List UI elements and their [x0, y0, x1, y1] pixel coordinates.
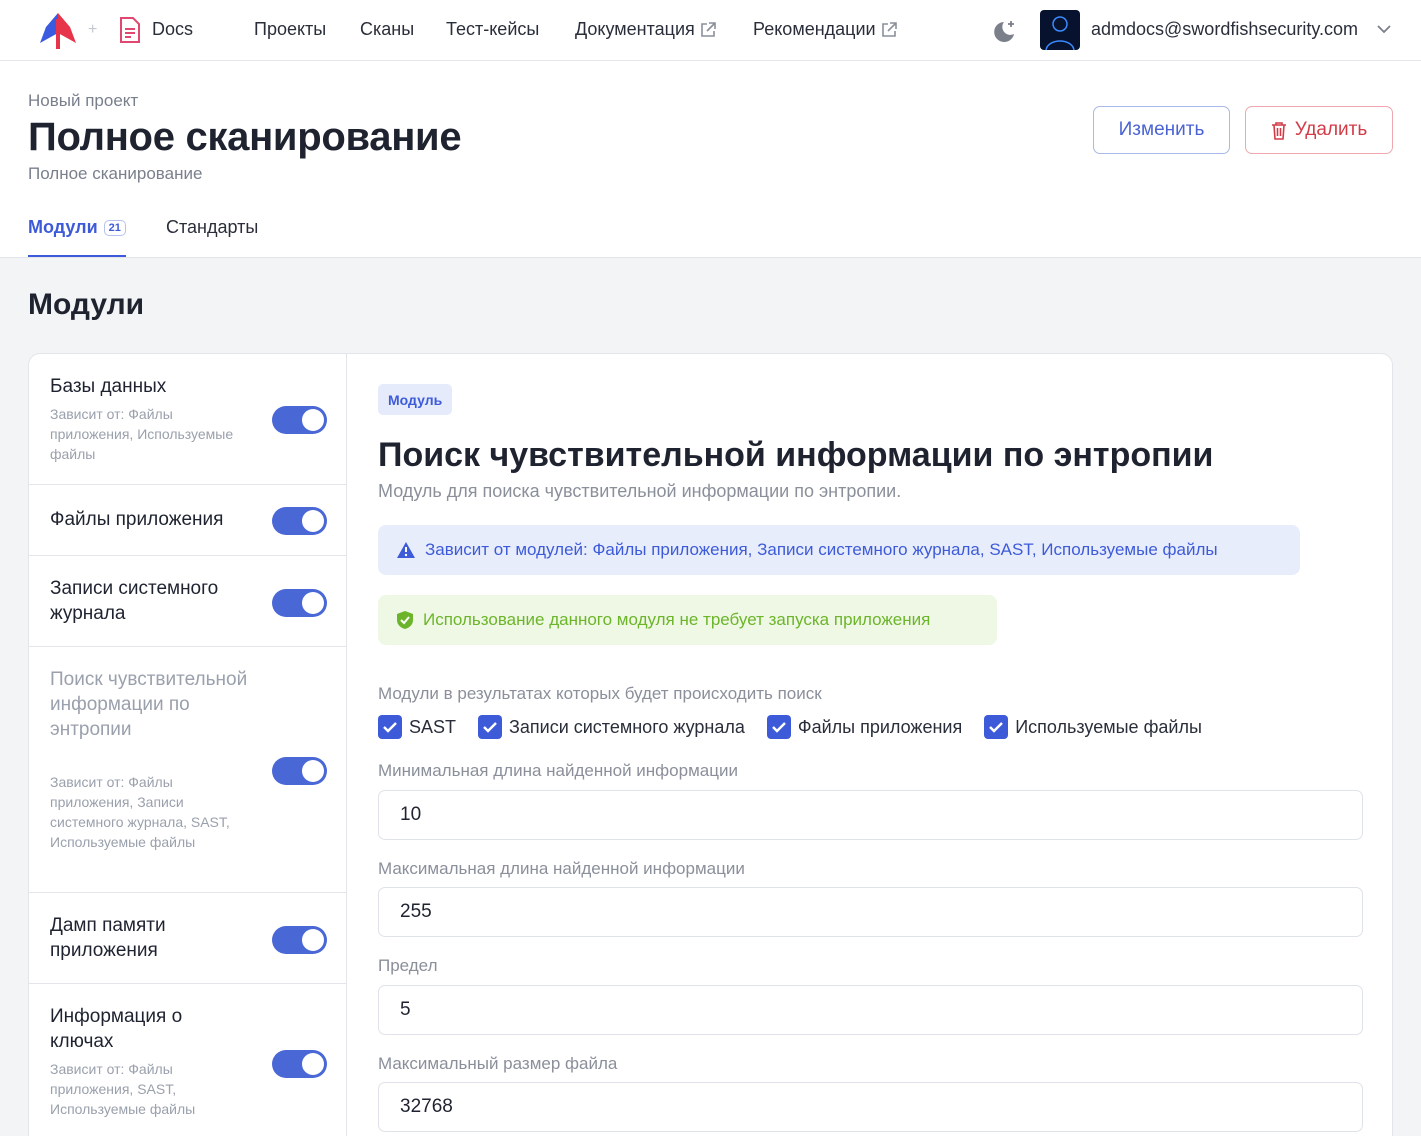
checkbox-label: Используемые файлы: [1015, 716, 1202, 737]
external-link-icon: [700, 21, 716, 37]
delete-button[interactable]: Удалить: [1245, 106, 1393, 154]
user-email[interactable]: admdocs@swordfishsecurity.com: [1091, 19, 1358, 40]
checkbox-label: SAST: [409, 716, 457, 737]
module-description: Модуль для поиска чувствительной информа…: [378, 481, 902, 501]
modules-card: Базы данных Зависит от: Файлы приложения…: [28, 353, 1393, 1136]
module-tag: Модуль: [378, 384, 453, 415]
search-modules-checkboxes: SAST Записи системного журнала Файлы при…: [378, 715, 1202, 739]
docs-label[interactable]: Docs: [152, 19, 193, 40]
module-item-app-files[interactable]: Файлы приложения: [29, 485, 347, 556]
nav-scans[interactable]: Сканы: [360, 19, 414, 40]
dependencies-alert-text: Зависит от модулей: Файлы приложения, За…: [425, 540, 1218, 559]
module-detail: Модуль Поиск чувствительной информации п…: [348, 354, 1392, 1136]
modules-list[interactable]: Базы данных Зависит от: Файлы приложения…: [29, 354, 347, 1136]
module-item-title: Базы данных: [50, 376, 167, 397]
delete-button-label: Удалить: [1294, 119, 1368, 140]
module-item-system-log[interactable]: Записи системного журнала: [29, 556, 347, 647]
tab-standards[interactable]: Стандарты: [166, 217, 258, 238]
module-toggle[interactable]: [272, 507, 327, 535]
page-subtitle: Полное сканирование: [28, 164, 203, 183]
max-file-size-input[interactable]: 32768: [378, 1082, 1363, 1132]
trash-icon: [1271, 121, 1286, 140]
section-title: Модули: [28, 288, 145, 321]
no-launch-required-alert: Использование данного модуля не требует …: [378, 595, 997, 645]
module-toggle[interactable]: [272, 1050, 327, 1078]
module-item-title: Поиск чувствительной информации по энтро…: [50, 669, 248, 740]
chevron-down-icon[interactable]: [1377, 24, 1391, 34]
external-link-icon: [881, 21, 897, 37]
checkbox-system-log[interactable]: Записи системного журнала: [478, 715, 745, 739]
dependencies-alert: Зависит от модулей: Файлы приложения, За…: [378, 525, 1300, 575]
threshold-label: Предел: [378, 956, 438, 975]
docs-icon[interactable]: [118, 16, 142, 44]
module-toggle[interactable]: [272, 589, 327, 617]
module-title: Поиск чувствительной информации по энтро…: [378, 436, 1214, 474]
nav-test-cases[interactable]: Тест-кейсы: [446, 19, 539, 40]
min-length-label: Минимальная длина найденной информации: [378, 761, 738, 780]
module-item-dependencies: Зависит от: Файлы приложения, Используем…: [50, 406, 234, 462]
max-length-input[interactable]: 255: [378, 887, 1363, 937]
threshold-input[interactable]: 5: [378, 985, 1363, 1035]
active-tab-indicator: [28, 255, 126, 257]
module-toggle[interactable]: [272, 406, 327, 434]
nav-projects[interactable]: Проекты: [254, 19, 326, 40]
module-item-title: Записи системного журнала: [50, 578, 219, 624]
checkbox-checked-icon[interactable]: [984, 715, 1009, 739]
min-length-input[interactable]: 10: [378, 790, 1363, 840]
checkbox-app-files[interactable]: Файлы приложения: [766, 715, 963, 739]
max-file-size-label: Максимальный размер файла: [378, 1054, 618, 1073]
nav-documentation[interactable]: Документация: [575, 19, 717, 40]
avatar[interactable]: [1040, 10, 1080, 50]
tab-modules-label: Модули: [28, 217, 98, 237]
avatar-person-icon: [1045, 16, 1075, 50]
module-toggle[interactable]: [272, 926, 327, 954]
module-item-databases[interactable]: Базы данных Зависит от: Файлы приложения…: [29, 354, 347, 485]
project-header: Новый проект Полное сканирование Полное …: [0, 61, 1421, 258]
nav-recommendations[interactable]: Рекомендации: [753, 19, 898, 40]
breadcrumb[interactable]: Новый проект: [28, 91, 138, 111]
checkbox-label: Файлы приложения: [797, 716, 963, 737]
module-item-entropy-search[interactable]: Поиск чувствительной информации по энтро…: [29, 647, 347, 893]
no-launch-required-alert-text: Использование данного модуля не требует …: [423, 610, 931, 629]
checkbox-checked-icon[interactable]: [478, 715, 503, 739]
module-item-dependencies: Зависит от: Файлы приложения, Записи сис…: [50, 774, 230, 850]
tab-standards-label: Стандарты: [166, 217, 259, 237]
module-item-dependencies: Зависит от: Файлы приложения, SAST, Испо…: [50, 1061, 196, 1117]
module-item-title: Файлы приложения: [50, 509, 224, 530]
tab-modules-count-badge: 21: [103, 219, 126, 236]
checkbox-used-files[interactable]: Используемые файлы: [984, 715, 1202, 739]
module-item-memory-dump[interactable]: Дамп памяти приложения: [29, 893, 347, 984]
app-logo-icon[interactable]: [38, 11, 78, 49]
dark-mode-moon-icon[interactable]: [990, 18, 1018, 46]
checkbox-label: Записи системного журнала: [509, 716, 745, 737]
checkbox-sast[interactable]: SAST: [378, 715, 456, 739]
edit-button[interactable]: Изменить: [1093, 106, 1230, 154]
checkbox-checked-icon[interactable]: [378, 715, 402, 739]
page-title: Полное сканирование: [28, 115, 462, 159]
shield-check-icon: [397, 611, 413, 629]
checkbox-checked-icon[interactable]: [766, 715, 791, 739]
module-item-title: Дамп памяти приложения: [50, 915, 166, 961]
search-modules-label: Модули в результатах которых будет проис…: [378, 684, 822, 703]
max-length-label: Максимальная длина найденной информации: [378, 859, 745, 878]
tab-modules[interactable]: Модули 21: [28, 217, 126, 238]
module-item-title: Информация о ключах: [50, 1006, 183, 1052]
warning-icon: [397, 542, 415, 558]
top-bar: + Docs Проекты Сканы Тест-кейсы Документ…: [0, 0, 1421, 61]
module-toggle[interactable]: [272, 757, 327, 785]
module-item-keys-info[interactable]: Информация о ключах Зависит от: Файлы пр…: [29, 984, 347, 1136]
plus-separator-icon: +: [88, 21, 98, 38]
